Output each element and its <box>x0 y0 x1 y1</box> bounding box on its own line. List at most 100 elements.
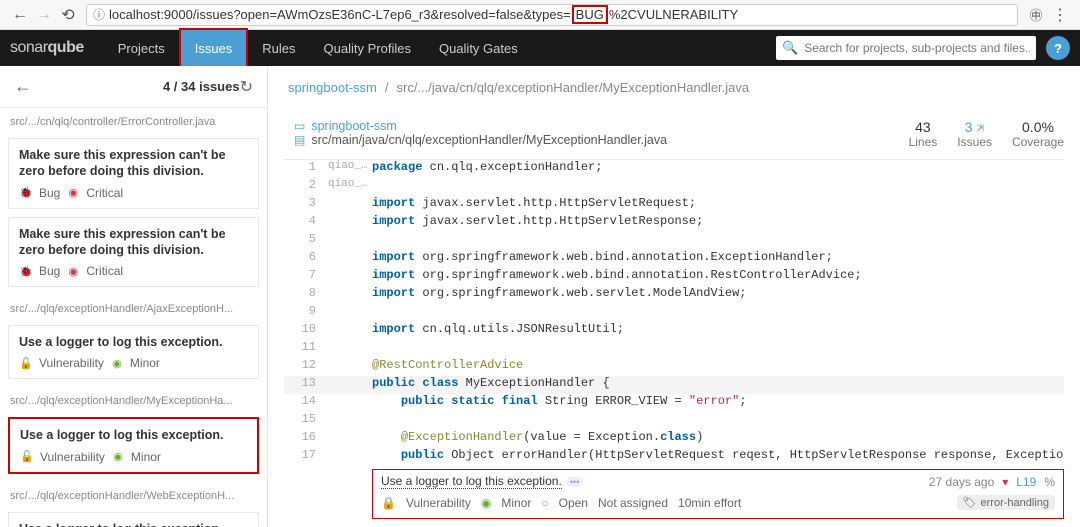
line-number: 11 <box>284 340 324 358</box>
issue-severity[interactable]: Minor <box>501 496 531 510</box>
line-number: 10 <box>284 322 324 340</box>
breadcrumb: springboot-ssm / src/.../java/cn/qlq/exc… <box>268 66 1080 109</box>
search-icon: 🔍 <box>782 40 798 56</box>
line-number: 15 <box>284 412 324 430</box>
sidebar-issue-card[interactable]: Make sure this expression can't be zero … <box>8 217 259 288</box>
code-line: 13public class MyExceptionHandler { <box>284 376 1064 394</box>
code-line: 10import cn.qlq.utils.JSONResultUtil; <box>284 322 1064 340</box>
severity-icon: ◉ <box>66 186 80 200</box>
line-author <box>324 412 372 430</box>
sidebar-issue-card[interactable]: Use a logger to log this exception.🔓Vuln… <box>8 512 259 527</box>
back-button[interactable]: ← <box>8 3 32 27</box>
reload-button[interactable]: ⟲ <box>56 3 80 27</box>
stat-issues[interactable]: 3 Issues <box>957 119 992 149</box>
vuln-icon: 🔓 <box>19 356 33 370</box>
file-path: src/main/java/cn/qlq/exceptionHandler/My… <box>311 133 667 147</box>
sidebar-issue-card[interactable]: Use a logger to log this exception.🔓Vuln… <box>8 417 259 473</box>
line-author <box>324 196 372 214</box>
line-author <box>324 250 372 268</box>
issue-tag[interactable]: 🏷error-handling <box>957 495 1055 510</box>
menu-button[interactable]: ⋮ <box>1048 3 1072 27</box>
issue-status[interactable]: Open <box>559 496 588 510</box>
nav-rules[interactable]: Rules <box>248 30 309 66</box>
sidebar-issue-card[interactable]: Use a logger to log this exception.🔓Vuln… <box>8 325 259 379</box>
line-author <box>324 304 372 322</box>
project-icon: ▭ <box>294 119 305 133</box>
line-number: 9 <box>284 304 324 322</box>
severity-icon: ◉ <box>66 264 80 278</box>
line-number: 12 <box>284 358 324 376</box>
vuln-icon: 🔓 <box>20 450 34 464</box>
help-button[interactable]: ? <box>1046 36 1070 60</box>
issue-card-title: Make sure this expression can't be zero … <box>19 226 248 259</box>
issue-age: 27 days ago <box>929 475 994 489</box>
breadcrumb-path: src/.../java/cn/qlq/exceptionHandler/MyE… <box>397 80 750 95</box>
code-line: 11 <box>284 340 1064 358</box>
line-number: 7 <box>284 268 324 286</box>
severity-icon: ◉ <box>481 496 491 510</box>
forward-button[interactable]: → <box>32 3 56 27</box>
line-number: 1 <box>284 160 324 178</box>
line-number: 13 <box>284 376 324 394</box>
code-line: 3import javax.servlet.http.HttpServletRe… <box>284 196 1064 214</box>
line-author <box>324 448 372 463</box>
nav-projects[interactable]: Projects <box>104 30 179 66</box>
severity-icon: ◉ <box>110 356 124 370</box>
line-author: qiao_… <box>324 178 372 196</box>
stat-coverage: 0.0%Coverage <box>1012 119 1064 149</box>
line-number: 5 <box>284 232 324 250</box>
sidebar-issue-card[interactable]: Make sure this expression can't be zero … <box>8 138 259 209</box>
issue-card-title: Use a logger to log this exception. <box>19 521 248 527</box>
issues-sidebar: ← 4 / 34 issues ↻ src/.../cn/qlq/control… <box>0 66 268 527</box>
file-project[interactable]: springboot-ssm <box>311 119 396 133</box>
nav-quality-gates[interactable]: Quality Gates <box>425 30 532 66</box>
back-arrow[interactable]: ← <box>14 76 32 97</box>
browser-toolbar: ← → ⟲ ⓘ localhost:9000/issues?open=AWmOz… <box>0 0 1080 30</box>
issue-detail: springboot-ssm / src/.../java/cn/qlq/exc… <box>268 66 1080 527</box>
issue-card-severity: Critical <box>86 264 123 278</box>
translate-icon[interactable]: ㊥ <box>1024 3 1048 27</box>
issue-card-type: Vulnerability <box>39 356 104 370</box>
code-line: 7import org.springframework.web.bind.ann… <box>284 268 1064 286</box>
code-line: 17 public Object errorHandler(HttpServle… <box>284 448 1064 463</box>
code-line: 1qiao_…package cn.qlq.exceptionHandler; <box>284 160 1064 178</box>
line-number: 17 <box>284 448 324 463</box>
line-number: 16 <box>284 430 324 448</box>
code-line: 16 @ExceptionHandler(value = Exception.c… <box>284 430 1064 448</box>
sidebar-file-group[interactable]: src/.../qlq/exceptionHandler/WebExceptio… <box>0 482 267 508</box>
line-author <box>324 232 372 250</box>
address-bar[interactable]: ⓘ localhost:9000/issues?open=AWmOzsE36nC… <box>86 4 1018 26</box>
issue-card-severity: Minor <box>130 356 160 370</box>
issue-line[interactable]: L19 <box>1016 475 1036 489</box>
line-author <box>324 358 372 376</box>
issue-card-type: Bug <box>39 264 60 278</box>
breadcrumb-project[interactable]: springboot-ssm <box>288 80 377 95</box>
issue-assign[interactable]: Not assigned <box>598 496 668 510</box>
issue-card-title: Make sure this expression can't be zero … <box>19 147 248 180</box>
stat-lines: 43Lines <box>909 119 938 149</box>
search-input[interactable] <box>804 41 1030 55</box>
global-search[interactable]: 🔍 <box>776 36 1036 60</box>
tag-icon: 🏷 <box>963 496 977 509</box>
severity-icon: ◉ <box>111 450 125 464</box>
breadcrumb-sep: / <box>385 80 389 95</box>
issue-message[interactable]: Use a logger to log this exception. <box>381 474 562 489</box>
line-author <box>324 268 372 286</box>
line-author: qiao_… <box>324 160 372 178</box>
source-viewer[interactable]: 1qiao_…package cn.qlq.exceptionHandler;2… <box>284 160 1064 463</box>
nav-issues[interactable]: Issues <box>181 30 247 66</box>
reload-icon[interactable]: ↻ <box>240 77 253 97</box>
line-number: 8 <box>284 286 324 304</box>
issue-age-indicator: ▾ <box>1002 475 1008 489</box>
issue-card-severity: Critical <box>86 186 123 200</box>
nav-quality-profiles[interactable]: Quality Profiles <box>310 30 425 66</box>
sidebar-file-group[interactable]: src/.../cn/qlq/controller/ErrorControlle… <box>0 108 267 134</box>
line-author <box>324 430 372 448</box>
sidebar-file-group[interactable]: src/.../qlq/exceptionHandler/MyException… <box>0 387 267 413</box>
issue-card-type: Bug <box>39 186 60 200</box>
code-line: 9 <box>284 304 1064 322</box>
permalink-icon[interactable]: % <box>1044 475 1055 489</box>
issue-actions-pill[interactable]: ••• <box>566 477 583 487</box>
sidebar-file-group[interactable]: src/.../qlq/exceptionHandler/AjaxExcepti… <box>0 295 267 321</box>
issue-type[interactable]: Vulnerability <box>406 496 471 510</box>
